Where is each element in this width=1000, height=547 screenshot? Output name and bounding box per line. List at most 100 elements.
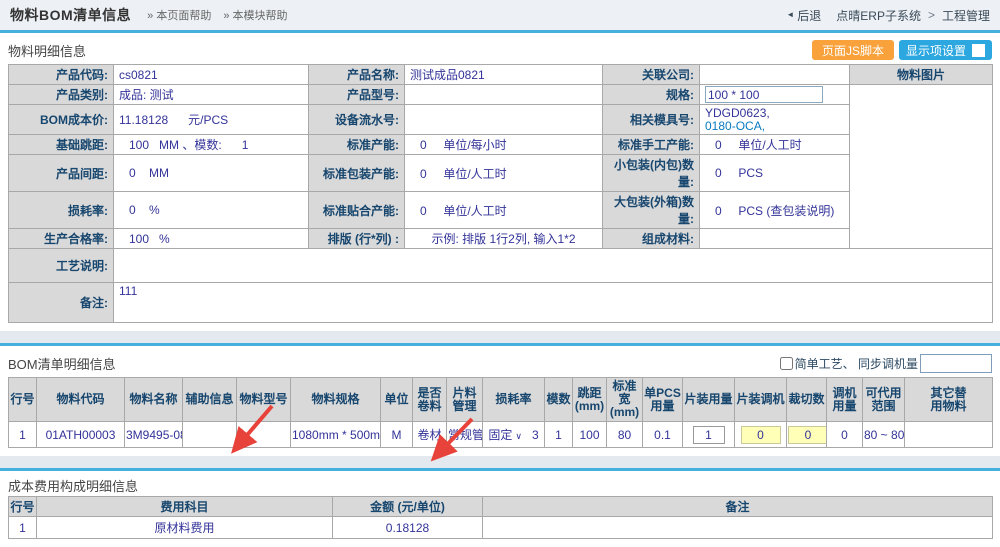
cost-row-no: 1 [9, 517, 37, 539]
page-help-link[interactable]: » 本页面帮助 [147, 7, 211, 23]
bom-column-header: 可代用 范围 [863, 378, 905, 422]
field-label: 损耗率: [9, 192, 114, 229]
cost-column-header: 金额 (元/单位) [333, 497, 483, 517]
cost-column-header: 行号 [9, 497, 37, 517]
field-label: 生产合格率: [9, 229, 114, 249]
back-icon: ◄ [786, 11, 794, 19]
bom-cell: 1080mm * 500m [291, 422, 381, 448]
mold-number-link[interactable]: 0180-OCA, [705, 120, 844, 133]
bom-column-header: 单PCS 用量 [643, 378, 683, 422]
bom-cell: 80 [607, 422, 643, 448]
bom-list-table: 行号物料代码物料名称辅助信息物料型号物料规格单位是否 卷料片料 管理损耗率模数跳… [8, 377, 993, 448]
breadcrumb-system[interactable]: 点晴ERP子系统 [836, 7, 921, 24]
field-label: 标准产能: [309, 135, 405, 155]
bom-column-header: 片料 管理 [447, 378, 483, 422]
bom-cell: M [381, 422, 413, 448]
field-label: 规格: [603, 85, 700, 105]
bom-column-header: 物料型号 [237, 378, 291, 422]
bom-column-header: 损耗率 [483, 378, 545, 422]
field-value [405, 85, 603, 105]
breadcrumb-module[interactable]: 工程管理 [942, 7, 990, 24]
display-settings-checkbox-icon[interactable] [972, 44, 985, 57]
bom-list-panel: BOM清单明细信息 简单工艺、 同步调机量 行号物料代码物料名称辅助信息物料型号… [0, 343, 1000, 456]
field-value [700, 65, 850, 85]
page-title: 物料BOM清单信息 [10, 5, 131, 25]
bom-column-header: 跳距 (mm) [573, 378, 607, 422]
simple-craft-group: 简单工艺、 同步调机量 [780, 354, 992, 373]
field-value: 111 [114, 283, 993, 323]
material-detail-panel: 物料明细信息 页面JS脚本 显示项设置 产品代码:cs0821产品名称:测试成品… [0, 30, 1000, 331]
field-value: 0 % [114, 192, 309, 229]
cost-note [483, 517, 993, 539]
field-label: 设备流水号: [309, 105, 405, 135]
bom-cell [905, 422, 993, 448]
bom-column-header: 物料规格 [291, 378, 381, 422]
bom-column-header: 标准宽 (mm) [607, 378, 643, 422]
bom-cell: 100 [573, 422, 607, 448]
material-image-area [850, 85, 993, 249]
bom-cell: 3M9495-082 [125, 422, 183, 448]
display-settings-label: 显示项设置 [906, 42, 966, 59]
bom-column-header: 行号 [9, 378, 37, 422]
cost-column-header: 费用科目 [37, 497, 333, 517]
cost-detail-panel: 成本费用构成明细信息 行号费用科目金额 (元/单位)备注 1原材料费用0.181… [0, 468, 1000, 547]
bom-column-header: 调机 用量 [827, 378, 863, 422]
bom-cell: 01ATH00003 [37, 422, 125, 448]
material-detail-table: 产品代码:cs0821产品名称:测试成品0821关联公司:物料图片产品类别:成品… [8, 64, 993, 323]
sheet-usage-input[interactable] [693, 426, 725, 444]
bom-cell [683, 422, 735, 448]
bom-cell: 1 [545, 422, 573, 448]
section-title-bom-list: BOM清单明细信息 [8, 354, 116, 373]
field-label: 工艺说明: [9, 249, 114, 283]
field-value: 0 MM [114, 155, 309, 192]
bom-cell: 常规管理 [447, 422, 483, 448]
section-title-material-detail: 物料明细信息 [8, 41, 86, 60]
field-label: 备注: [9, 283, 114, 323]
bom-cell: 0 [827, 422, 863, 448]
back-button[interactable]: ◄ 后退 [786, 7, 821, 24]
loss-rate-value: 3 [532, 428, 539, 442]
cost-subject: 原材料费用 [37, 517, 333, 539]
field-label: 相关模具号: [603, 105, 700, 135]
bom-cell [735, 422, 787, 448]
field-value: 11.18128 元/PCS [114, 105, 309, 135]
bom-column-header: 是否 卷料 [413, 378, 447, 422]
field-value [114, 249, 993, 283]
breadcrumb-separator: > [928, 8, 935, 22]
spec-input[interactable] [705, 86, 823, 103]
field-value: 100 MM 、模数: 1 [114, 135, 309, 155]
bom-column-header: 其它替 用物料 [905, 378, 993, 422]
simple-craft-checkbox[interactable] [780, 357, 793, 370]
loss-rate-type-select[interactable]: 固定∨ [488, 428, 522, 442]
bom-column-header: 辅助信息 [183, 378, 237, 422]
field-value: 0 PCS (查包装说明) [700, 192, 850, 229]
field-value: 0 单位/人工时 [700, 135, 850, 155]
field-label: 标准贴合产能: [309, 192, 405, 229]
field-label: 标准包装产能: [309, 155, 405, 192]
page-js-script-button[interactable]: 页面JS脚本 [812, 40, 894, 60]
bom-cell [183, 422, 237, 448]
machine-qty-input[interactable] [788, 426, 827, 444]
machine-qty-input[interactable] [741, 426, 781, 444]
top-header-bar: 物料BOM清单信息 » 本页面帮助 » 本模块帮助 ◄ 后退 点晴ERP子系统 … [0, 0, 1000, 30]
field-value: 示例: 排版 1行2列, 输入1*2 [405, 229, 603, 249]
back-label: 后退 [797, 7, 821, 24]
field-label: 基础跳距: [9, 135, 114, 155]
sync-machine-input[interactable] [920, 354, 992, 373]
bom-column-header: 片装调机 [735, 378, 787, 422]
bom-cell [787, 422, 827, 448]
bom-cell: 卷材 [413, 422, 447, 448]
field-label: 标准手工产能: [603, 135, 700, 155]
section-title-cost-detail: 成本费用构成明细信息 [8, 476, 138, 495]
field-label: 小包装(内包)数量: [603, 155, 700, 192]
bom-cell: 1 [9, 422, 37, 448]
field-value: 0 单位/人工时 [405, 192, 603, 229]
display-settings-button[interactable]: 显示项设置 [899, 40, 992, 60]
field-value [405, 105, 603, 135]
topbar-right: ◄ 后退 点晴ERP子系统 > 工程管理 [786, 7, 990, 24]
field-value: 100 % [114, 229, 309, 249]
field-value: 成品: 测试 [114, 85, 309, 105]
field-value: 0 PCS [700, 155, 850, 192]
module-help-link[interactable]: » 本模块帮助 [223, 7, 287, 23]
chevron-down-icon: ∨ [515, 431, 522, 441]
